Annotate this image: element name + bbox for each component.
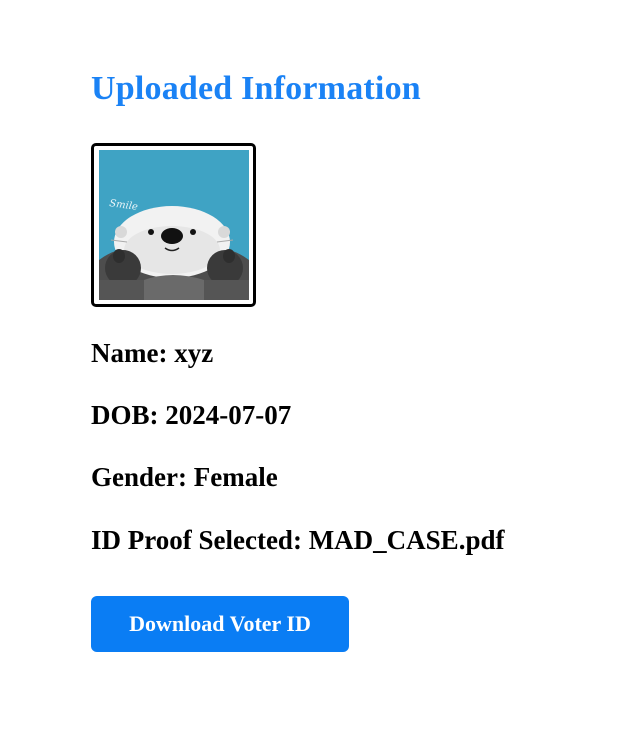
name-value: xyz	[174, 338, 214, 369]
name-field: Name: xyz	[91, 338, 504, 369]
dob-label: DOB:	[91, 400, 159, 431]
page-title: Uploaded Information	[91, 70, 421, 107]
download-voter-id-button[interactable]: Download Voter ID	[91, 595, 349, 652]
dob-field: DOB: 2024-07-07	[91, 400, 504, 431]
otter-photo-icon: Smile	[98, 150, 249, 301]
id-proof-label: ID Proof Selected:	[91, 524, 302, 555]
dob-value: 2024-07-07	[165, 400, 292, 431]
gender-value: Female	[193, 462, 278, 493]
id-proof-field: ID Proof Selected: MAD_CASE.pdf	[91, 525, 504, 556]
id-proof-value: MAD_CASE.pdf	[308, 524, 505, 555]
gender-field: Gender: Female	[91, 462, 504, 493]
uploaded-info-panel: Uploaded Information Smile Name: xyz DOB…	[91, 70, 504, 652]
name-label: Name:	[91, 338, 168, 369]
profile-photo: Smile	[91, 143, 256, 308]
gender-label: Gender:	[91, 462, 187, 493]
